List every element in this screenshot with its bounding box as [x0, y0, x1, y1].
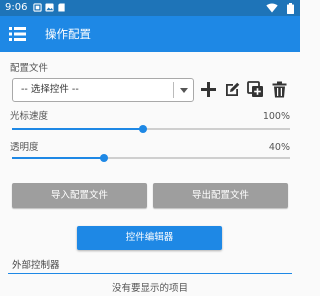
opacity-label: 透明度 — [10, 142, 39, 153]
section-divider — [8, 273, 292, 274]
cursor-speed-label: 光标速度 — [10, 111, 49, 122]
chevron-down-icon — [180, 88, 188, 93]
select-divider — [173, 82, 174, 98]
config-label: 配置文件 — [10, 63, 49, 74]
status-time: 9:06 — [5, 2, 28, 13]
menu-icon[interactable] — [9, 26, 26, 42]
slider-fill — [12, 157, 104, 159]
status-bar: 9:06 — [0, 0, 300, 16]
slider-thumb[interactable] — [99, 154, 108, 162]
export-config-button[interactable]: 导出配置文件 — [153, 183, 288, 208]
opacity-slider[interactable] — [12, 154, 290, 162]
config-select-value: -- 选择控件 -- — [21, 84, 79, 95]
slider-thumb[interactable] — [138, 125, 147, 133]
opacity-value: 40% — [268, 142, 290, 153]
cursor-speed-slider[interactable] — [12, 125, 290, 133]
copy-icon[interactable] — [247, 81, 264, 98]
notification-icon — [33, 3, 42, 12]
app-bar: 操作配置 — [0, 16, 300, 52]
wifi-icon — [266, 3, 278, 13]
control-editor-button[interactable]: 控件编辑器 — [77, 226, 222, 250]
edit-icon[interactable] — [224, 81, 241, 98]
empty-list-text: 没有要显示的项目 — [111, 283, 188, 294]
image-icon — [45, 3, 54, 12]
add-icon[interactable] — [200, 81, 217, 98]
external-controllers-title: 外部控制器 — [12, 260, 60, 271]
delete-icon[interactable] — [271, 81, 288, 98]
config-select[interactable]: -- 选择控件 -- — [12, 78, 194, 102]
battery-icon — [287, 3, 294, 14]
cursor-speed-value: 100% — [262, 111, 290, 122]
import-config-button[interactable]: 导入配置文件 — [12, 183, 147, 208]
page-title: 操作配置 — [45, 27, 91, 41]
sd-card-icon — [58, 3, 65, 12]
slider-fill — [12, 128, 143, 130]
